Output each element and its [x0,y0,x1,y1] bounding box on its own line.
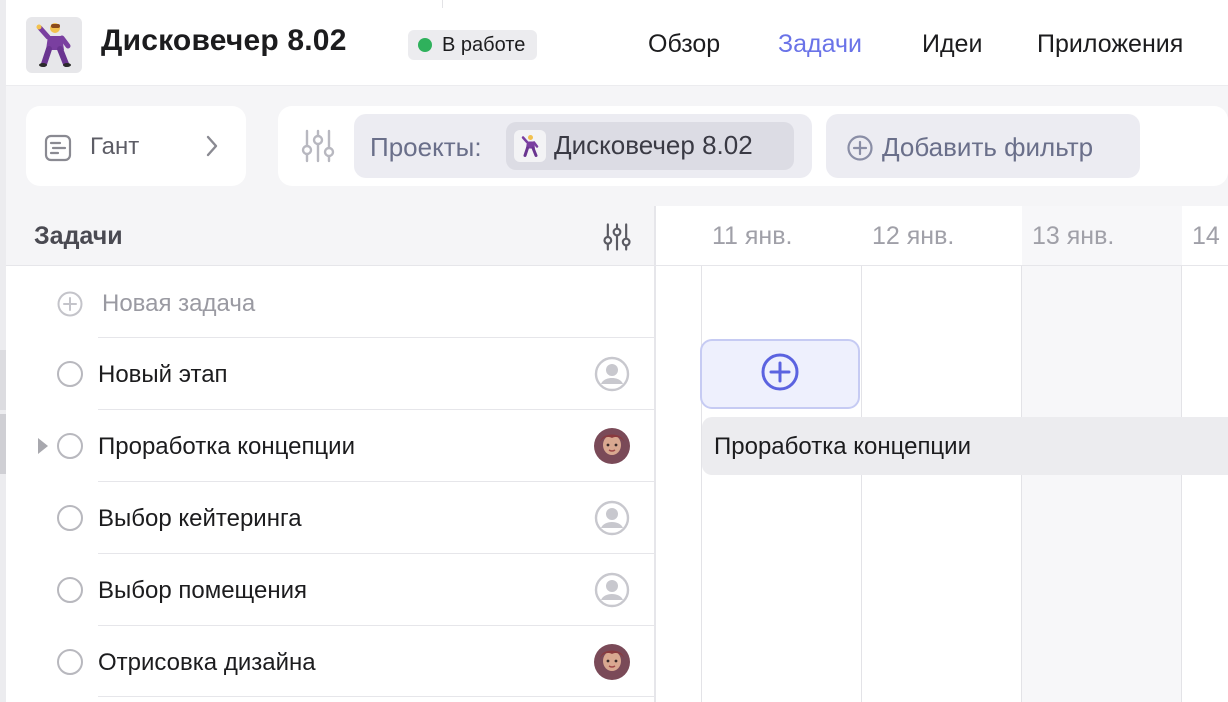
project-header: Дисковечер 8.02 В работе Обзор Задачи Ид… [6,0,1228,86]
add-filter-button[interactable]: Добавить фильтр [826,114,1140,178]
gantt-task-bar[interactable]: Проработка концепции [702,417,1228,475]
empty-avatar-icon[interactable] [594,572,630,608]
task-complete-checkbox[interactable] [57,649,83,675]
task-row[interactable]: Проработка концепции [6,409,654,481]
plus-circle-icon [846,134,874,167]
date-label: 12 янв. [872,222,955,250]
status-label: В работе [442,33,526,56]
task-row[interactable]: Выбор кейтеринга [6,481,654,553]
task-title[interactable]: Проработка концепции [98,433,355,461]
view-label: Гант [90,133,140,160]
sliders-icon[interactable] [602,222,632,257]
task-title[interactable]: Выбор кейтеринга [98,505,302,533]
task-complete-checkbox[interactable] [57,505,83,531]
task-row[interactable]: Отрисовка дизайна [6,625,654,697]
task-title[interactable]: Новый этап [98,361,228,389]
timeline-header: 11 янв. 12 янв. 13 янв. 14 [656,206,1228,266]
divider [98,625,654,626]
task-complete-checkbox[interactable] [57,433,83,459]
project-title: Дисковечер 8.02 [101,24,347,57]
tab-ideas[interactable]: Идеи [922,30,982,59]
day-gridline [701,266,702,702]
add-filter-label: Добавить фильтр [882,132,1094,162]
view-switcher[interactable]: Гант [26,106,246,186]
filter-bar: Проекты: Дисковечер 8.02 Добавить фильтр [278,106,1228,186]
project-filter-label: Проекты: [370,132,482,162]
new-task-label: Новая задача [102,290,256,317]
plus-circle-icon [56,290,84,323]
date-label: 14 [1192,222,1220,250]
divider [98,696,654,697]
divider [98,337,654,338]
sliders-icon[interactable] [300,128,336,169]
empty-avatar-icon[interactable] [594,356,630,392]
task-title[interactable]: Отрисовка дизайна [98,649,316,677]
divider [98,409,654,410]
project-filter-chip[interactable]: Проекты: Дисковечер 8.02 [354,114,812,178]
tab-tasks[interactable]: Задачи [778,30,862,59]
expand-caret-icon[interactable] [38,438,48,454]
user-avatar[interactable] [594,644,630,680]
dancing-man-icon[interactable] [26,17,82,73]
gantt-timeline: 11 янв. 12 янв. 13 янв. 14 Проработка ко… [656,206,1228,702]
new-task-button[interactable]: Новая задача [6,266,654,338]
project-filter-value: Дисковечер 8.02 [554,130,753,160]
tab-overview[interactable]: Обзор [648,30,720,59]
divider [98,553,654,554]
divider [98,481,654,482]
empty-avatar-icon[interactable] [594,500,630,536]
status-badge[interactable]: В работе [408,30,538,60]
day-gridline [1181,266,1182,702]
day-gridline [861,266,862,702]
plus-circle-icon [759,351,801,398]
date-label: 13 янв. [1032,222,1115,250]
status-dot-icon [418,38,432,52]
add-task-to-timeline-button[interactable] [700,339,860,409]
task-complete-checkbox[interactable] [57,361,83,387]
day-gridline [1021,266,1022,702]
dancing-man-icon [514,130,546,162]
tab-apps[interactable]: Приложения [1037,30,1183,59]
date-label: 11 янв. [712,222,793,250]
task-complete-checkbox[interactable] [57,577,83,603]
task-list: Задачи Новая задача Новый этап Проработк… [6,206,656,702]
divider [442,0,443,8]
task-list-header: Задачи [6,206,654,266]
task-list-title: Задачи [34,222,123,250]
gantt-bar-label: Проработка концепции [714,433,971,460]
task-title[interactable]: Выбор помещения [98,577,307,605]
chevron-right-icon [204,133,220,164]
gantt-doc-icon [44,134,72,167]
user-avatar[interactable] [594,428,630,464]
project-filter-value-chip[interactable]: Дисковечер 8.02 [506,122,794,170]
task-row[interactable]: Новый этап [6,337,654,409]
task-row[interactable]: Выбор помещения [6,553,654,625]
